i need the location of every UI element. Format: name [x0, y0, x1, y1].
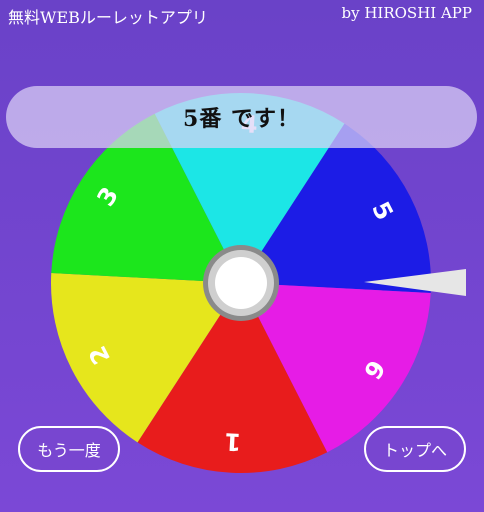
retry-button[interactable]: もう一度 — [18, 426, 120, 472]
wheel-label-1: 1 — [224, 427, 242, 456]
result-banner: 5番 です！ — [6, 86, 477, 148]
top-button-label: トップへ — [382, 441, 447, 460]
result-text: 5番 です！ — [183, 106, 300, 132]
retry-button-label: もう一度 — [37, 441, 101, 460]
top-button[interactable]: トップへ — [364, 426, 466, 472]
wheel-hub-center[interactable] — [215, 257, 267, 309]
